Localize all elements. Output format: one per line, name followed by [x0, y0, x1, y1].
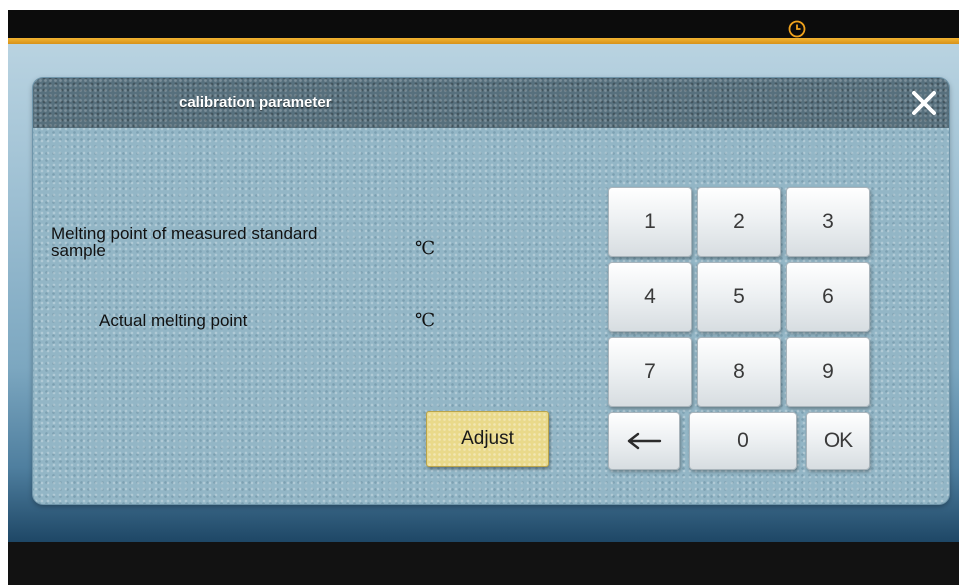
key-9[interactable]: 9: [786, 337, 870, 407]
top-status-bar: [8, 10, 959, 44]
key-3[interactable]: 3: [786, 187, 870, 257]
key-4[interactable]: 4: [608, 262, 692, 332]
close-button[interactable]: [907, 86, 941, 120]
actual-melting-point-label: Actual melting point: [99, 311, 248, 330]
dialog-header: calibration parameter: [33, 78, 949, 128]
actual-unit: ℃: [415, 310, 436, 331]
bottom-bar: [8, 542, 959, 585]
dialog-title: calibration parameter: [179, 94, 332, 111]
calibration-dialog: calibration parameter Melting point of m…: [33, 78, 949, 504]
key-7[interactable]: 7: [608, 337, 692, 407]
key-6[interactable]: 6: [786, 262, 870, 332]
key-1[interactable]: 1: [608, 187, 692, 257]
adjust-button[interactable]: Adjust: [426, 411, 549, 467]
key-8[interactable]: 8: [697, 337, 781, 407]
key-5[interactable]: 5: [697, 262, 781, 332]
close-icon: [912, 91, 936, 115]
backspace-key[interactable]: [608, 412, 680, 470]
measured-unit: ℃: [415, 238, 436, 259]
ok-key[interactable]: OK: [806, 412, 870, 470]
clock-icon: [788, 20, 806, 38]
key-2[interactable]: 2: [697, 187, 781, 257]
key-0[interactable]: 0: [689, 412, 797, 470]
measured-melting-point-label: Melting point of measured standard sampl…: [51, 224, 318, 260]
backspace-arrow-icon: [627, 432, 662, 450]
